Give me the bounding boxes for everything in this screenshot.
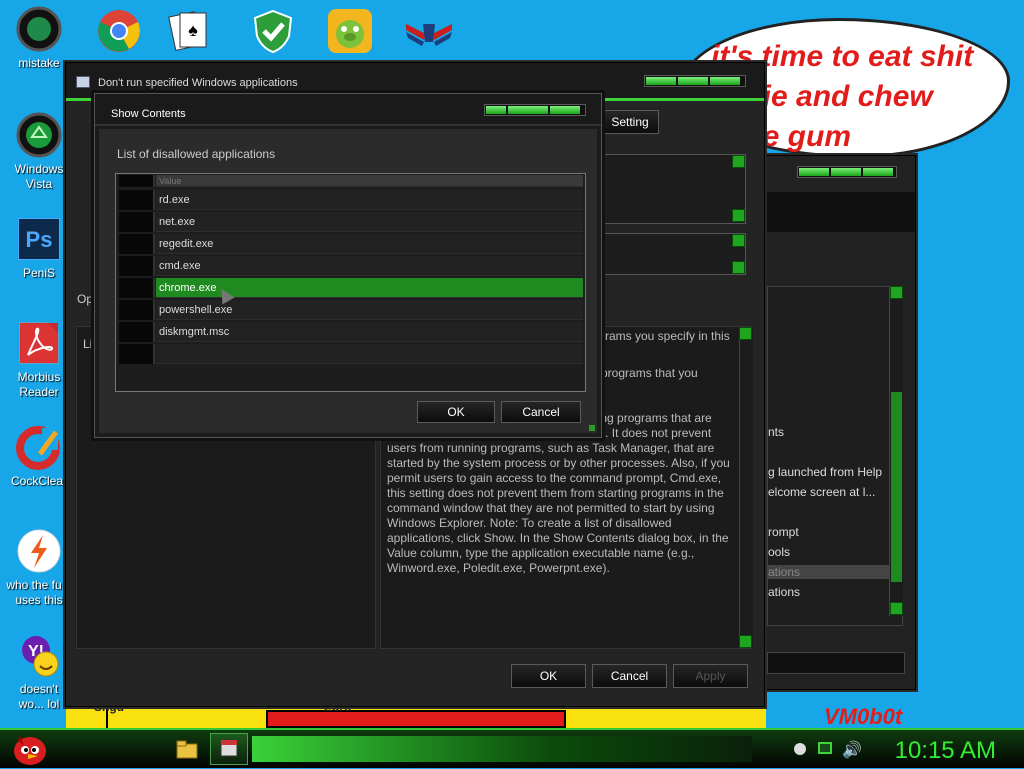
dialog-control-buttons[interactable] <box>484 104 586 116</box>
help-line: started by the system process or by othe… <box>387 456 730 470</box>
help-line: Winword.exe, Poledit.exe, Powerpnt.exe). <box>387 561 610 575</box>
folder-icon <box>176 740 198 759</box>
table-row[interactable]: net.exe <box>116 211 585 233</box>
help-scrollbar[interactable] <box>739 327 753 648</box>
table-row-selected[interactable]: chrome.exe <box>116 277 585 299</box>
scroll-up-button[interactable] <box>890 286 903 299</box>
taskbar-clock[interactable]: 10:15 AM <box>895 737 996 765</box>
taskbar-explorer-button[interactable] <box>174 736 200 762</box>
taskbar-app-button-active[interactable] <box>210 733 248 765</box>
status-bar <box>767 652 905 674</box>
table-row[interactable]: diskmgmt.msc <box>116 321 585 343</box>
volume-tray-icon[interactable]: 🔊 <box>842 740 862 760</box>
solitaire-icon[interactable]: ♠ <box>166 8 212 54</box>
ok-button[interactable]: OK <box>511 664 586 688</box>
angry-bird-icon <box>14 736 46 765</box>
supported-on-box <box>590 233 746 275</box>
table-cell[interactable]: regedit.exe <box>156 234 583 254</box>
table-row[interactable]: regedit.exe <box>116 233 585 255</box>
window-title: Don't run specified Windows applications <box>98 77 298 89</box>
bad-piggies-icon[interactable] <box>327 8 373 54</box>
svg-text:Ps: Ps <box>26 227 53 252</box>
policy-list[interactable]: nts g launched from Help elcome screen a… <box>767 286 903 626</box>
disallowed-apps-table[interactable]: Value rd.exe net.exe regedit.exe cmd.exe… <box>115 173 586 392</box>
scroll-down-button[interactable] <box>732 209 745 222</box>
desktop-icon-label: Windows Vista <box>14 162 64 191</box>
table-cell[interactable] <box>156 344 583 364</box>
help-line: Value column, type the application execu… <box>387 546 695 560</box>
taskbar-progress-glow <box>252 736 752 762</box>
table-cell[interactable]: cmd.exe <box>156 256 583 276</box>
list-item[interactable]: ations <box>768 585 800 599</box>
scroll-down-button[interactable] <box>732 261 745 274</box>
help-line: this setting does not prevent them from … <box>387 486 724 500</box>
help-line: applications, click Show. In the Show Co… <box>387 531 729 545</box>
start-button[interactable] <box>8 732 50 766</box>
dialog-cancel-button[interactable]: Cancel <box>501 401 581 423</box>
column-header-value: Value <box>156 175 583 187</box>
wings-logo-icon[interactable] <box>404 8 452 54</box>
table-row-empty[interactable] <box>116 343 585 365</box>
table-row[interactable]: powershell.exe <box>116 299 585 321</box>
shield-icon[interactable] <box>250 8 296 54</box>
window-icon <box>76 76 90 88</box>
scroll-up-button[interactable] <box>739 327 752 340</box>
ccleaner-icon <box>16 424 62 470</box>
chrome-icon[interactable] <box>96 8 142 54</box>
list-item[interactable]: ools <box>768 545 790 559</box>
help-line: Windows Explorer. Note: To create a list… <box>387 516 672 530</box>
dialog-body: List of disallowed applications Value rd… <box>99 129 597 433</box>
window-control-buttons[interactable] <box>797 166 897 178</box>
cartoon-label: Shgu <box>94 706 124 714</box>
table-row[interactable]: rd.exe <box>116 189 585 211</box>
list-scrollbar[interactable] <box>889 286 903 616</box>
scroll-up-button[interactable] <box>732 234 745 247</box>
cartoon-label: Euro <box>324 706 352 714</box>
table-cell[interactable]: net.exe <box>156 212 583 232</box>
green-orb-icon <box>16 6 62 52</box>
options-label: Op <box>77 292 94 306</box>
apply-button[interactable]: Apply <box>673 664 748 688</box>
window-control-buttons[interactable] <box>644 75 746 87</box>
back-arrow-tray-icon[interactable] <box>794 743 806 755</box>
dialog-title: Show Contents <box>111 108 186 120</box>
table-cell[interactable]: rd.exe <box>156 190 583 210</box>
list-item[interactable]: nts <box>768 425 784 439</box>
pdf-reader-icon <box>16 320 62 366</box>
list-label: List of disallowed applications <box>117 147 276 161</box>
help-line: users from running programs, such as Tas… <box>387 441 715 455</box>
desktop-icon-label: doesn't wo... lol <box>18 682 60 711</box>
help-line: command window that they are not permitt… <box>387 501 715 515</box>
list-item[interactable]: g launched from Help <box>768 465 882 479</box>
recycle-bin-icon <box>16 112 62 158</box>
scroll-up-button[interactable] <box>732 155 745 168</box>
comment-box[interactable] <box>590 154 746 224</box>
show-contents-dialog[interactable]: Show Contents List of disallowed applica… <box>94 93 602 438</box>
background-policy-window[interactable]: nts g launched from Help elcome screen a… <box>766 155 916 690</box>
cancel-button[interactable]: Cancel <box>592 664 667 688</box>
setting-button[interactable]: Setting <box>601 110 659 134</box>
policy-editor-icon <box>220 739 238 757</box>
table-row[interactable]: cmd.exe <box>116 255 585 277</box>
avast-bolt-icon <box>16 528 62 574</box>
table-cell[interactable]: diskmgmt.msc <box>156 322 583 342</box>
list-item[interactable]: ations <box>768 565 890 579</box>
taskbar: 🔊 10:15 AM <box>0 728 1024 768</box>
dialog-ok-button[interactable]: OK <box>417 401 495 423</box>
network-tray-icon[interactable] <box>818 742 832 754</box>
svg-text:♠: ♠ <box>188 20 198 40</box>
list-item[interactable]: elcome screen at l... <box>768 485 875 499</box>
desktop-icon-label: Morbius Reader <box>17 370 61 399</box>
photoshop-icon: Ps <box>16 216 62 262</box>
help-line: permit users to gain access to the comma… <box>387 471 722 485</box>
scroll-down-button[interactable] <box>739 635 752 648</box>
table-cell[interactable]: powershell.exe <box>156 300 583 320</box>
resize-grip-icon[interactable] <box>589 425 595 431</box>
cartoon-strip: Shgu Euro <box>66 706 766 728</box>
yahoo-messenger-icon: Y! <box>16 632 62 678</box>
watermark: VM0b0t <box>824 704 903 729</box>
scroll-down-button[interactable] <box>890 602 903 615</box>
list-item[interactable]: rompt <box>768 525 799 539</box>
table-header: Value <box>116 174 585 188</box>
